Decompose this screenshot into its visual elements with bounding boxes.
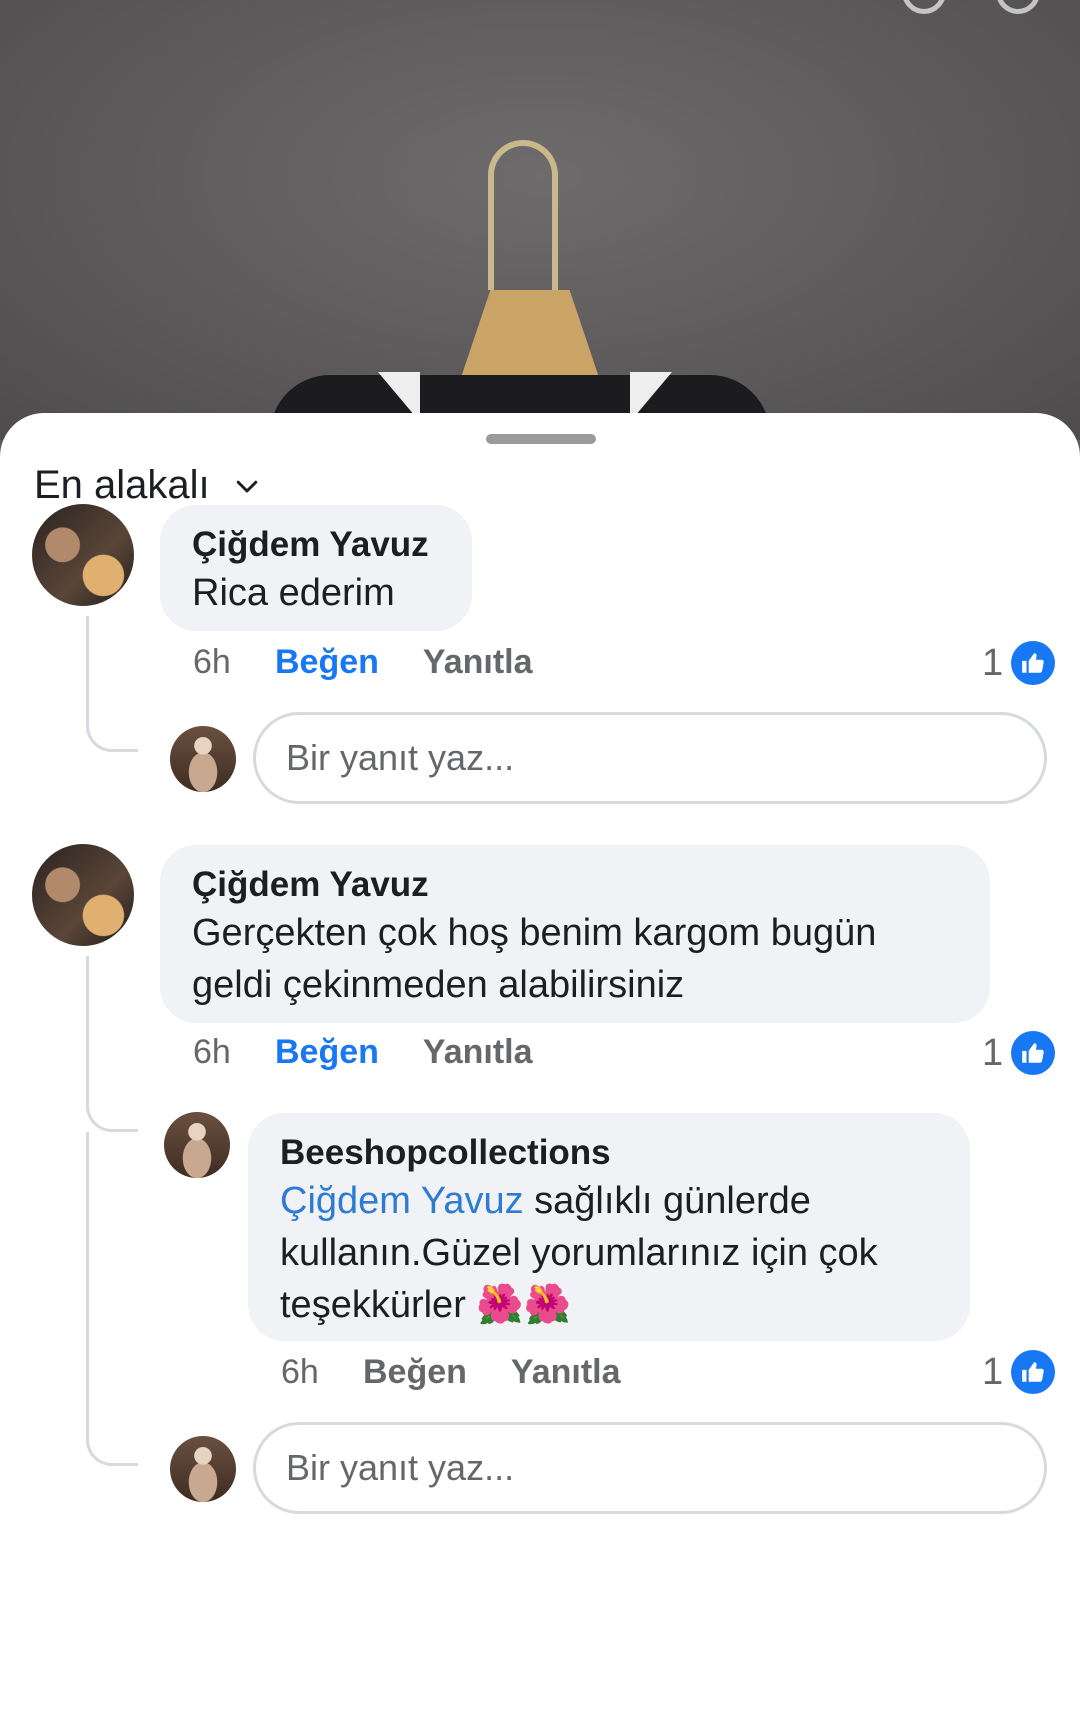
sort-dropdown[interactable]: En alakalı [34,463,262,508]
like-button[interactable]: Beğen [363,1353,467,1392]
reaction-summary[interactable]: 1 [982,1031,1056,1075]
thread-connector [86,1132,138,1466]
reply-text: Çiğdem Yavuz sağlıklı günlerde kullanın.… [280,1175,944,1331]
comments-sheet: En alakalı Çiğdem Yavuz Rica ederim 6h B… [0,413,1080,1713]
reply-actions: 6h Beğen Yanıtla [281,1353,621,1392]
thumbs-up-icon [1011,1350,1056,1394]
current-user-avatar [170,726,236,792]
comment-text: Rica ederim [192,572,395,614]
reaction-count: 1 [982,1350,1004,1393]
comment-bubble[interactable]: Çiğdem Yavuz Rica ederim [160,505,472,631]
reply-input-placeholder: Bir yanıt yaz... [286,737,515,778]
reply-input[interactable]: Bir yanıt yaz... [253,1422,1047,1514]
comment-author[interactable]: Çiğdem Yavuz [192,523,440,567]
reply-timestamp: 6h [281,1353,319,1391]
avatar[interactable] [32,844,134,946]
reply-bubble[interactable]: Beeshopcollections Çiğdem Yavuz sağlıklı… [248,1113,970,1341]
reply-input-placeholder: Bir yanıt yaz... [286,1447,515,1488]
video-background[interactable] [0,0,1080,440]
comment-author[interactable]: Çiğdem Yavuz [192,863,958,907]
reaction-summary[interactable]: 1 [982,641,1056,685]
reaction-count: 1 [982,641,1004,684]
reply-input[interactable]: Bir yanıt yaz... [253,712,1047,804]
avatar[interactable] [32,504,134,606]
comment-text: Gerçekten çok hoş benim kargom bugün gel… [192,912,877,1006]
hanger-hook [488,140,558,290]
comment-actions: 6h Beğen Yanıtla [193,1033,533,1072]
chevron-down-icon [236,480,257,492]
reply-button[interactable]: Yanıtla [423,643,533,682]
thread-connector [86,956,138,1132]
like-button[interactable]: Beğen [275,643,379,682]
current-user-avatar [170,1436,236,1502]
comment-actions: 6h Beğen Yanıtla [193,643,533,682]
mention-link[interactable]: Çiğdem Yavuz [280,1180,524,1222]
sort-label: En alakalı [34,463,210,507]
thumbs-up-icon [1011,641,1056,685]
avatar[interactable] [164,1112,230,1178]
reaction-count: 1 [982,1031,1004,1074]
like-button[interactable]: Beğen [275,1033,379,1072]
sheet-grabber-handle[interactable] [486,434,596,444]
thumbs-up-icon [1011,1031,1056,1075]
reply-author[interactable]: Beeshopcollections [280,1131,944,1175]
comment-timestamp: 6h [193,1033,231,1071]
search-icon[interactable] [902,0,946,14]
video-top-icons [902,0,1040,14]
comment-timestamp: 6h [193,643,231,681]
more-icon[interactable] [996,0,1040,14]
thread-connector [86,616,138,752]
comment-bubble[interactable]: Çiğdem Yavuz Gerçekten çok hoş benim kar… [160,845,990,1023]
reaction-summary[interactable]: 1 [982,1350,1056,1394]
reply-button[interactable]: Yanıtla [511,1353,621,1392]
reply-button[interactable]: Yanıtla [423,1033,533,1072]
